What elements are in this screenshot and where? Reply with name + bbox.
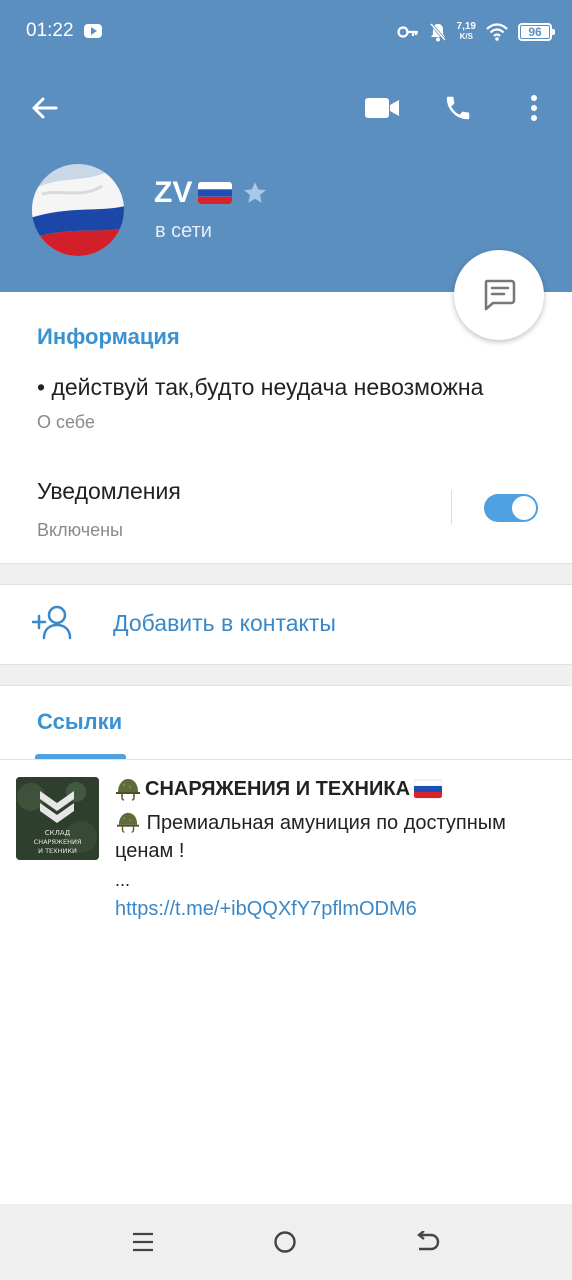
russia-flag-icon (414, 779, 443, 799)
youtube-notification-icon (84, 24, 102, 38)
call-button[interactable] (436, 86, 480, 130)
tab-links[interactable]: Ссылки (37, 709, 122, 735)
svg-text:СНАРЯЖЕНИЯ: СНАРЯЖЕНИЯ (34, 838, 82, 846)
info-section-title: Информация (37, 324, 180, 349)
battery-indicator: 96 (518, 23, 555, 41)
status-time: 01:22 (26, 20, 74, 41)
add-contact-row[interactable]: Добавить в контакты (0, 586, 572, 664)
notifications-status: Включены (37, 520, 123, 540)
brand-logo-icon: СКЛАД СНАРЯЖЕНИЯ И ТЕХНИКИ (16, 777, 99, 860)
helmet-icon (117, 812, 139, 833)
russia-flag-avatar-icon (32, 164, 124, 256)
back-button[interactable] (22, 86, 66, 130)
profile-header: 01:22 7,19 K/S 96 ZV в сети (0, 0, 572, 292)
network-speed: 7,19 K/S (456, 21, 476, 42)
avatar[interactable] (32, 164, 124, 256)
more-options-button[interactable] (512, 86, 556, 130)
divider (451, 490, 452, 524)
section-separator (0, 563, 572, 585)
video-call-icon (365, 98, 399, 118)
star-icon (244, 182, 267, 203)
online-status: в сети (155, 220, 212, 242)
add-contact-label: Добавить в контакты (113, 610, 336, 636)
back-arrow-icon (32, 97, 58, 119)
notifications-label[interactable]: Уведомления (37, 478, 181, 505)
recent-apps-button[interactable] (127, 1226, 159, 1258)
phone-icon (446, 96, 470, 120)
more-vertical-icon (531, 95, 537, 121)
bell-muted-icon (429, 23, 446, 42)
message-icon (484, 279, 516, 311)
link-description: Премиальная амуниция по доступным ценам … (115, 812, 506, 862)
notifications-toggle[interactable] (484, 494, 538, 522)
link-thumbnail: СКЛАД СНАРЯЖЕНИЯ И ТЕХНИКИ (16, 777, 99, 860)
status-bar: 01:22 7,19 K/S 96 (0, 0, 572, 64)
key-icon (396, 26, 418, 38)
status-icons: 7,19 K/S 96 (396, 18, 555, 46)
add-user-icon (32, 605, 72, 640)
menu-icon (133, 1232, 153, 1252)
back-icon (417, 1231, 440, 1251)
bio-text[interactable]: • действуй так,будто неудача невозможна (37, 374, 483, 401)
video-call-button[interactable] (360, 86, 404, 130)
bio-label: О себе (37, 412, 95, 432)
system-navigation-bar (0, 1204, 572, 1280)
home-circle-icon (274, 1231, 296, 1253)
helmet-icon (116, 779, 140, 801)
wifi-icon (486, 23, 508, 41)
svg-text:СКЛАД: СКЛАД (45, 829, 71, 837)
message-button[interactable] (454, 250, 544, 340)
list-item[interactable]: СКЛАД СНАРЯЖЕНИЯ И ТЕХНИКИ СНАРЯЖЕНИЯ И … (0, 760, 572, 940)
russia-flag-icon (198, 182, 233, 204)
link-url[interactable]: https://t.me/+ibQQXfY7pflmODM6 (115, 898, 417, 921)
link-title: СНАРЯЖЕНИЯ И ТЕХНИКА (115, 777, 443, 801)
profile-name: ZV (154, 176, 268, 210)
svg-text:И ТЕХНИКИ: И ТЕХНИКИ (38, 847, 77, 855)
link-ellipsis: ... (115, 870, 131, 890)
system-back-button[interactable] (412, 1226, 444, 1258)
section-separator (0, 664, 572, 686)
home-button[interactable] (269, 1226, 301, 1258)
